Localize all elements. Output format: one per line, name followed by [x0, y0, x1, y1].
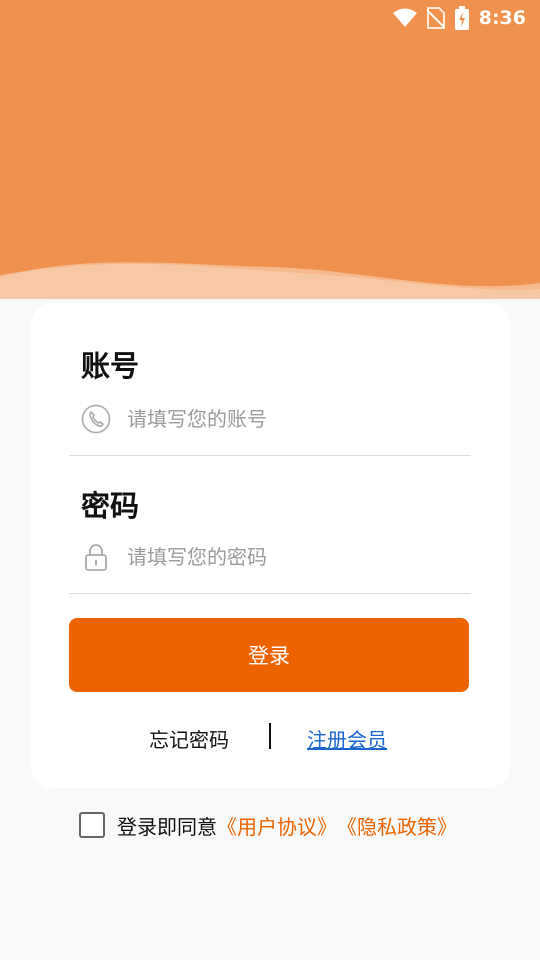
phone-icon — [81, 404, 111, 434]
password-label: 密码 — [81, 489, 140, 523]
battery-charging-icon — [454, 6, 469, 30]
account-field — [69, 389, 471, 449]
privacy-policy-link[interactable]: 《隐私政策》 — [337, 811, 457, 840]
login-button[interactable]: 登录 — [69, 618, 469, 692]
forgot-password-link[interactable]: 忘记密码 — [149, 724, 229, 753]
agreement-checkbox[interactable] — [79, 812, 105, 838]
account-label: 账号 — [81, 349, 140, 383]
password-input[interactable] — [125, 544, 449, 570]
wifi-icon — [392, 8, 417, 28]
user-agreement-link[interactable]: 《用户协议》 — [217, 811, 337, 840]
account-input[interactable] — [125, 406, 449, 432]
auth-links: 忘记密码 注册会员 — [31, 721, 510, 755]
login-card: 账号 密码 登录 忘记密码 注册会员 — [31, 303, 510, 788]
status-time: 8:36 — [478, 7, 526, 29]
links-separator — [269, 723, 271, 749]
register-link[interactable]: 注册会员 — [307, 724, 387, 753]
no-sim-icon — [426, 7, 445, 29]
lock-icon — [85, 544, 107, 571]
password-field — [69, 527, 471, 587]
agreement-text: 登录即同意 — [117, 814, 217, 839]
header-banner: 8:36 — [0, 0, 540, 305]
status-bar: 8:36 — [0, 0, 540, 36]
password-divider — [69, 593, 471, 594]
header-wave — [0, 262, 540, 305]
agreement-row: 登录即同意 《用户协议》 《隐私政策》 — [79, 810, 457, 840]
account-divider — [69, 455, 471, 456]
